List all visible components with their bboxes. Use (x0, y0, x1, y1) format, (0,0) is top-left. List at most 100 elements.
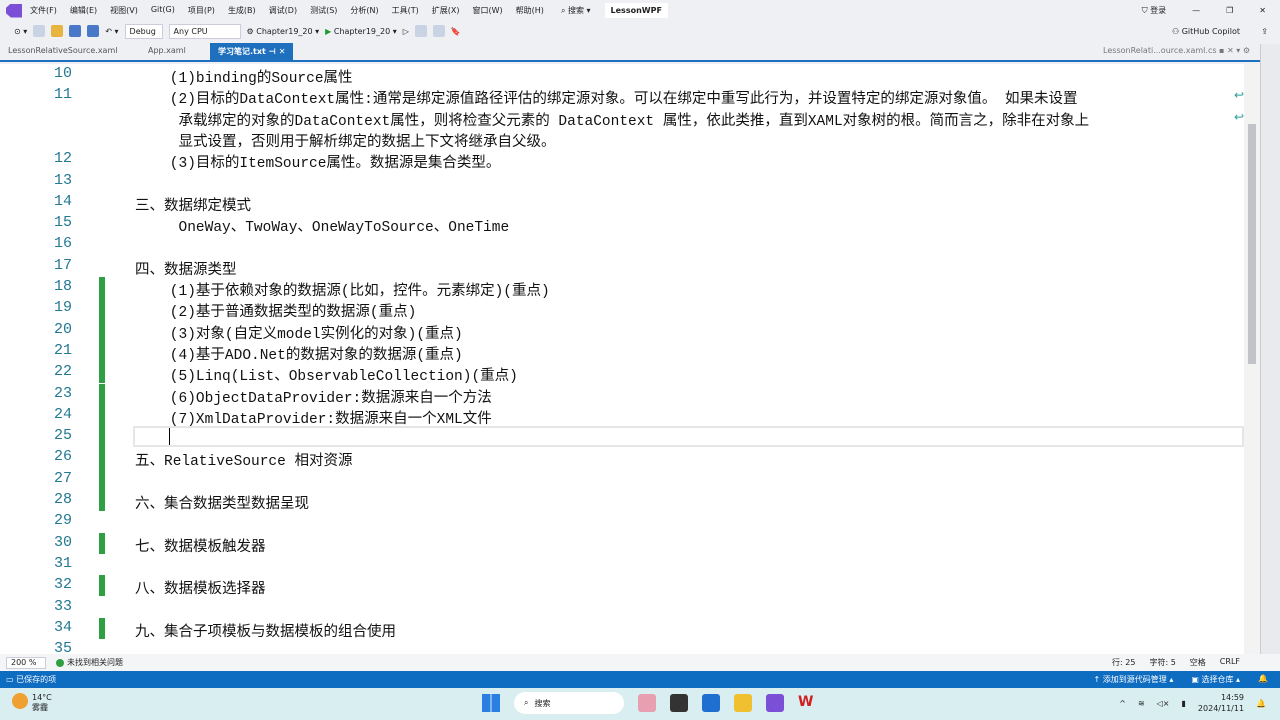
copilot-label: GitHub Copilot (1181, 26, 1240, 36)
code-line[interactable]: (1)binding的Source属性 (135, 66, 353, 87)
close-tab-icon[interactable]: ✕ (279, 47, 286, 56)
code-line[interactable]: 承载绑定的对象的DataContext属性，则将检查父元素的 DataConte… (135, 109, 1090, 130)
menu-item[interactable]: 生成(B) (228, 5, 256, 16)
add-source-control-button[interactable]: ↑ 添加到源代码管理 ▴ (1094, 674, 1174, 685)
minimize-button[interactable]: — (1192, 6, 1200, 15)
saved-status: 已保存的项 (16, 675, 57, 684)
line-number: 19 (53, 299, 72, 317)
text-caret (169, 428, 170, 446)
menu-item[interactable]: 编辑(E) (70, 5, 97, 16)
menu-item[interactable]: 视图(V) (110, 5, 138, 16)
login-button[interactable]: ⛉ 登录 (1142, 5, 1167, 16)
wps-icon[interactable]: W (798, 694, 816, 712)
code-line[interactable]: 四、数据源类型 (135, 258, 237, 279)
save-all-icon[interactable] (87, 25, 100, 37)
clock[interactable]: 14:59 2024/11/11 (1198, 692, 1244, 714)
pin-icon[interactable]: ⊣ (269, 47, 276, 56)
menu-item[interactable]: 文件(F) (30, 5, 57, 16)
code-line[interactable]: (3)对象(自定义model实例化的对象)(重点) (135, 322, 463, 343)
share-icon[interactable]: ⇪ (1261, 27, 1268, 36)
show-hidden-icons[interactable]: ^ (1119, 699, 1126, 708)
line-number: 35 (53, 640, 72, 654)
notification-bell-icon[interactable]: 🔔 (1256, 699, 1266, 708)
code-line[interactable]: (4)基于ADO.Net的数据对象的数据源(重点) (135, 343, 463, 364)
code-line[interactable]: (7)XmlDataProvider:数据源来自一个XML文件 (135, 407, 492, 428)
code-line[interactable]: (3)目标的ItemSource属性。数据源是集合类型。 (135, 151, 501, 172)
code-line[interactable]: (2)基于普通数据类型的数据源(重点) (135, 300, 417, 321)
line-number: 34 (53, 618, 72, 636)
toolbar-icon[interactable] (432, 25, 445, 37)
code-line[interactable]: (1)基于依赖对象的数据源(比如，控件。元素绑定)(重点) (135, 279, 550, 300)
code-line[interactable]: 八、数据模板选择器 (135, 577, 266, 598)
new-project-icon[interactable] (33, 25, 46, 37)
weather-widget[interactable]: 14°C 雾霾 (12, 693, 52, 713)
toolbar-icon[interactable] (414, 25, 427, 37)
copilot-button[interactable]: ⚇ GitHub Copilot (1172, 27, 1240, 36)
code-line[interactable]: 三、数据绑定模式 (135, 194, 251, 215)
taskbar-search[interactable]: ⌕ 搜索 (514, 692, 624, 714)
code-line[interactable]: (6)ObjectDataProvider:数据源来自一个方法 (135, 386, 492, 407)
file-explorer-icon[interactable] (734, 694, 752, 712)
back-icon[interactable]: ⊙ ▾ (14, 27, 27, 36)
code-line[interactable]: 显式设置，否则用于解析绑定的数据上下文将继承自父级。 (135, 130, 556, 151)
menu-item[interactable]: 窗口(W) (473, 5, 503, 16)
vertical-scrollbar[interactable] (1244, 64, 1260, 654)
run-button[interactable]: ▶ Chapter19_20 ▾ (325, 27, 397, 36)
wifi-icon[interactable]: ≋ (1138, 699, 1145, 708)
select-repo-button[interactable]: ▣ 选择仓库 ▴ (1191, 674, 1240, 685)
tab-app-xaml[interactable]: App.xaml (140, 43, 210, 60)
battery-icon[interactable]: ▮ (1182, 699, 1186, 708)
volume-icon[interactable]: ◁× (1157, 699, 1170, 708)
scrollbar-thumb[interactable] (1248, 124, 1256, 364)
code-line[interactable]: (2)目标的DataContext属性:通常是绑定源值路径评估的绑定源对象。可以… (135, 87, 1078, 108)
save-icon[interactable] (69, 25, 82, 37)
code-line[interactable]: (5)Linq(List、ObservableCollection)(重点) (135, 364, 518, 385)
menu-item[interactable]: 调试(D) (269, 5, 297, 16)
taskbar-search-label: 搜索 (534, 698, 551, 708)
configuration-select[interactable]: Debug (124, 23, 163, 39)
store-icon[interactable] (702, 694, 720, 712)
bell-icon[interactable]: 🔔 (1258, 674, 1268, 685)
code-line[interactable]: 五、RelativeSource 相对资源 (135, 449, 353, 470)
zoom-select[interactable]: 200 % (6, 656, 46, 669)
change-marker (99, 404, 105, 427)
code-line[interactable]: 九、集合子项模板与数据模板的组合使用 (135, 620, 396, 641)
menu-item[interactable]: 项目(P) (188, 5, 215, 16)
close-button[interactable]: ✕ (1259, 6, 1266, 15)
tab-study-notes[interactable]: 学习笔记.txt ⊣ ✕ (210, 43, 294, 60)
weather-condition: 雾霾 (32, 703, 48, 712)
code-line[interactable]: 七、数据模板触发器 (135, 535, 266, 556)
code-line[interactable]: OneWay、TwoWay、OneWayToSource、OneTime (135, 215, 510, 236)
side-tool-panel[interactable] (1260, 44, 1280, 654)
preview-tab[interactable]: LessonRelati...ource.xaml.cs ▪ ✕ ▾ ⚙ (1103, 46, 1250, 55)
menu-item[interactable]: 帮助(H) (516, 5, 544, 16)
menu-item[interactable]: 测试(S) (310, 5, 337, 16)
app-icon[interactable] (638, 694, 656, 712)
menu-item[interactable]: Git(G) (151, 5, 175, 16)
menu-item[interactable]: 工具(T) (392, 5, 419, 16)
system-tray: ^ ≋ ◁× ▮ 14:59 2024/11/11 🔔 (1119, 692, 1266, 714)
run-without-debug-icon[interactable]: ▷ (403, 27, 409, 36)
visual-studio-icon[interactable] (766, 694, 784, 712)
current-line-highlight (133, 426, 1244, 448)
start-button[interactable] (482, 694, 500, 712)
whitespace-indicator[interactable]: 空格 (1190, 657, 1206, 668)
startup-project-select[interactable]: ⚙ Chapter19_20 ▾ (247, 27, 320, 36)
undo-icon[interactable]: ↶ ▾ (105, 27, 118, 36)
tab-lessonrelativesource-xaml[interactable]: LessonRelativeSource.xaml (0, 43, 140, 60)
issues-indicator[interactable]: 未找到相关问题 (56, 657, 123, 668)
text-editor[interactable]: 10 (1)binding的Source属性 11 (2)目标的DataConte… (0, 64, 1244, 654)
search-icon: ⌕ (524, 698, 529, 707)
terminal-icon[interactable] (670, 694, 688, 712)
code-line[interactable]: 六、集合数据类型数据呈现 (135, 492, 309, 513)
menu-item[interactable]: 扩展(X) (432, 5, 460, 16)
platform-select[interactable]: Any CPU (168, 23, 241, 39)
menu-item[interactable]: 分析(N) (350, 5, 378, 16)
issues-label: 未找到相关问题 (67, 658, 123, 667)
line-ending-indicator[interactable]: CRLF (1220, 657, 1240, 668)
maximize-button[interactable]: ❐ (1226, 6, 1233, 15)
bookmark-icon[interactable]: 🔖 (451, 27, 461, 36)
open-icon[interactable] (51, 25, 64, 37)
login-label: 登录 (1150, 6, 1167, 15)
search-button[interactable]: ⌕ 搜索 ▾ (561, 5, 591, 16)
